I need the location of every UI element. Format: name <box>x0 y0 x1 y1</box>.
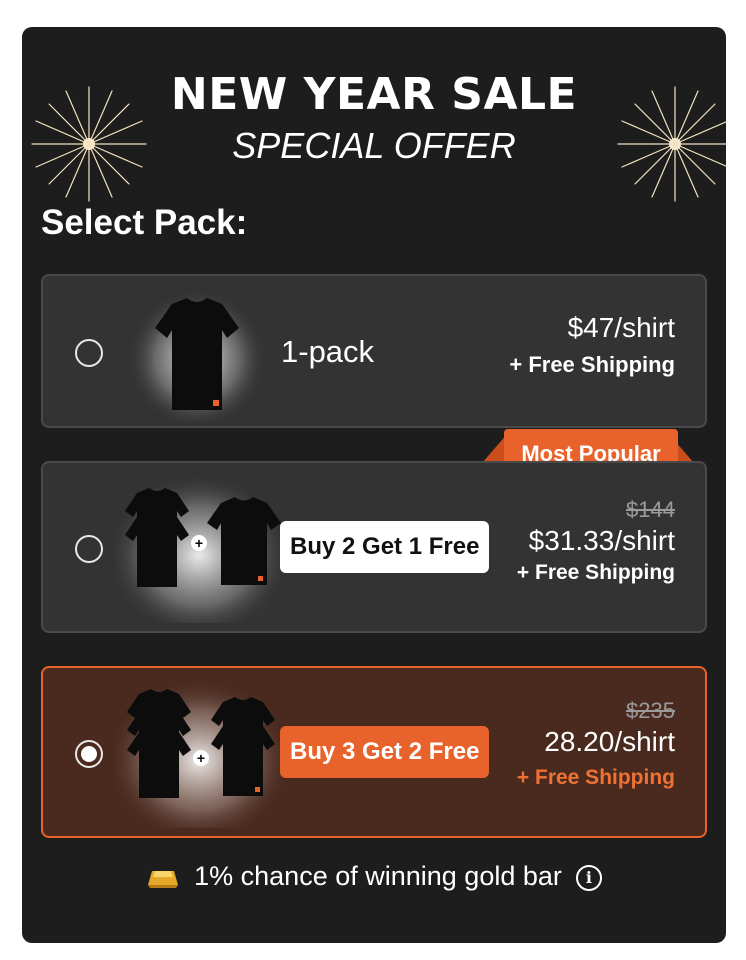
free-shipping-label: + Free Shipping <box>516 561 675 584</box>
price-block: $144 $31.33/shirt + Free Shipping <box>517 497 675 585</box>
shirt-icon: + <box>115 473 283 623</box>
svg-text:+: + <box>195 535 203 551</box>
gold-bar-note: 1% chance of winning gold bar i <box>22 861 726 892</box>
deal-badge: Buy 3 Get 2 Free <box>280 726 490 778</box>
shirt-icon: + <box>115 678 283 828</box>
pack-option-1[interactable]: 1-pack $47/shirt + Free Shipping <box>41 274 707 428</box>
pack-option-3[interactable]: + Buy 3 Get 2 Free $235 28.20/shirt + Fr… <box>41 666 707 838</box>
price-block: $47/shirt + Free Shipping <box>509 312 675 378</box>
info-icon[interactable]: i <box>575 864 602 891</box>
original-price: $235 <box>626 698 675 723</box>
sale-subtitle: SPECIAL OFFER <box>232 125 516 166</box>
svg-text:+: + <box>197 750 205 766</box>
radio-icon[interactable] <box>75 535 103 563</box>
free-shipping-label: + Free Shipping <box>516 766 675 789</box>
radio-icon[interactable] <box>75 740 103 768</box>
pack-option-2[interactable]: + Buy 2 Get 1 Free $144 $31.33/shirt + F… <box>41 461 707 633</box>
select-pack-label: Select Pack: <box>41 203 248 242</box>
pack-name: 1-pack <box>281 334 375 369</box>
price-per-shirt: $31.33/shirt <box>528 525 675 556</box>
price-block: $235 28.20/shirt + Free Shipping <box>517 698 675 790</box>
original-price: $144 <box>626 497 675 522</box>
gold-bar-text: 1% chance of winning gold bar <box>194 861 562 891</box>
gold-bar-icon <box>148 870 179 888</box>
deal-badge: Buy 2 Get 1 Free <box>280 521 490 573</box>
shirt-icon <box>127 282 267 422</box>
price-per-shirt: $47/shirt <box>567 312 675 343</box>
free-shipping-label: + Free Shipping <box>509 352 675 377</box>
radio-icon[interactable] <box>75 339 103 367</box>
offer-card: NEW YEAR SALE SPECIAL OFFER Select Pack:… <box>22 27 726 943</box>
sale-title: NEW YEAR SALE <box>170 69 578 120</box>
price-per-shirt: 28.20/shirt <box>544 726 675 757</box>
